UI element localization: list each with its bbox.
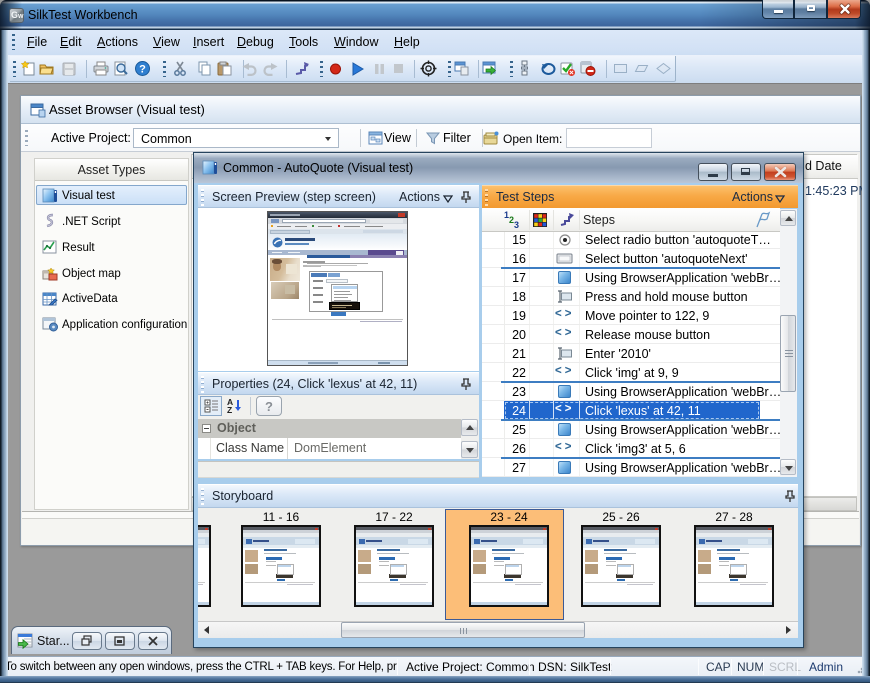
svg-text:?: ?	[139, 64, 146, 76]
svg-text:Z: Z	[227, 405, 232, 415]
